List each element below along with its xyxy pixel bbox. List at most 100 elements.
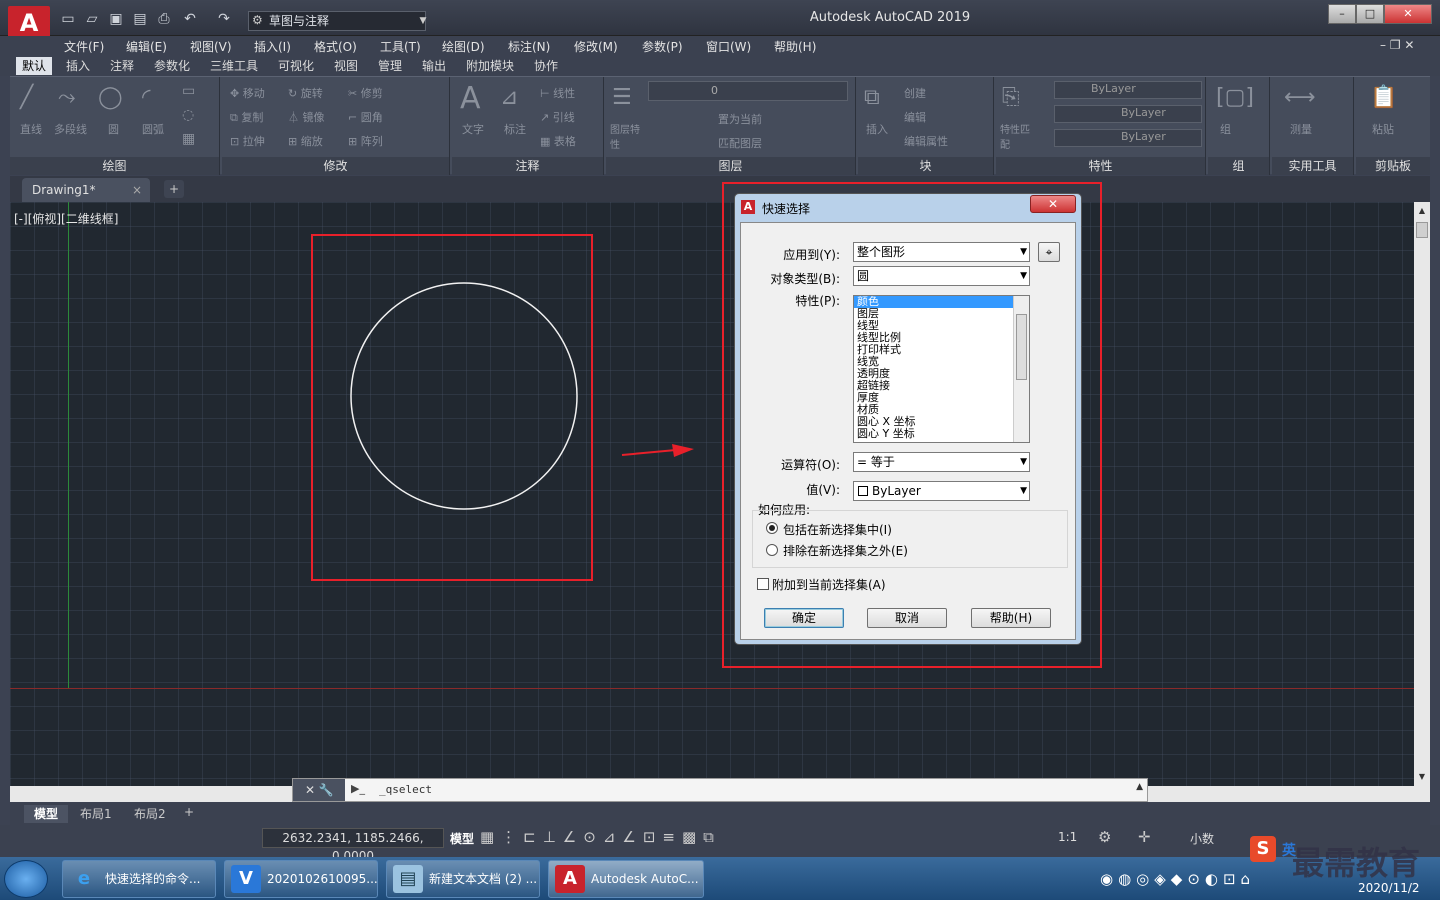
menu-help[interactable]: 帮助(H) [774,38,816,55]
menu-tools[interactable]: 工具(T) [380,38,421,55]
list-item[interactable]: 打印样式 [854,344,1029,356]
region-icon[interactable]: ▦ [182,131,195,147]
scroll-up-icon[interactable]: ▲ [1416,206,1428,216]
model-space-button[interactable]: 模型 [450,830,474,847]
tab-default[interactable]: 默认 [16,57,53,75]
list-scroll-thumb[interactable] [1016,314,1027,380]
layer-select[interactable]: 0 [648,81,848,101]
doc-window-controls[interactable]: – ❐ ✕ [1380,38,1414,52]
list-scrollbar[interactable] [1013,296,1029,442]
gear-icon[interactable]: ⚙ [1098,828,1111,846]
move-label[interactable]: ✥ 移动 [230,85,265,101]
include-radio[interactable] [766,522,778,534]
vertical-scrollbar[interactable]: ▲ ▼ [1414,202,1430,786]
cancel-button[interactable]: 取消 [867,608,947,628]
status-toggle-icons[interactable]: ▦⋮⊏⊥∠⊙⊿∠⊡≡▩⧉ [480,828,721,846]
tab-collaborate[interactable]: 协作 [528,57,564,75]
polyline-icon[interactable]: ⤳ [58,85,76,110]
app-menu-button[interactable]: A [8,6,50,40]
maximize-button[interactable]: □ [1356,4,1384,24]
exclude-label[interactable]: 排除在新选择集之外(E) [783,542,908,559]
menu-draw[interactable]: 绘图(D) [442,38,485,55]
array-label[interactable]: ⊞ 阵列 [348,133,383,149]
panel-block-title[interactable]: 块 [858,157,993,175]
workspace-select[interactable]: 草图与注释 [248,11,426,31]
taskbar-item-autocad[interactable]: A Autodesk AutoC... [548,860,704,898]
print-icon[interactable]: ⎙ [154,10,174,28]
create-block-label[interactable]: 创建 [904,85,926,101]
table-label[interactable]: ▦ 表格 [540,133,576,149]
scale-label[interactable]: ⊞ 缩放 [288,133,323,149]
linear-label[interactable]: ⊢ 线性 [540,85,575,101]
close-button[interactable]: ✕ [1384,4,1432,24]
text-icon[interactable]: A [460,81,481,116]
tab-visualize[interactable]: 可视化 [272,57,320,75]
append-label[interactable]: 附加到当前选择集(A) [772,576,886,593]
panel-draw-title[interactable]: 绘图 [10,157,219,175]
edit-attributes-label[interactable]: 编辑属性 [904,133,948,149]
match-layer-label[interactable]: 匹配图层 [718,135,762,151]
menu-file[interactable]: 文件(F) [64,38,104,55]
close-tab-icon[interactable]: × [132,178,142,202]
add-layout-icon[interactable]: + [184,805,194,819]
command-input[interactable]: _qselect [379,783,432,796]
units-display[interactable]: 小数 [1190,830,1214,847]
scroll-thumb[interactable] [1416,222,1428,238]
fillet-label[interactable]: ⌐ 圆角 [348,109,383,125]
menu-parametric[interactable]: 参数(P) [642,38,683,55]
list-item[interactable]: 超链接 [854,380,1029,392]
panel-utilities-title[interactable]: 实用工具 [1272,157,1353,175]
paste-icon[interactable]: 📋 [1370,85,1397,110]
menu-dimension[interactable]: 标注(N) [508,38,550,55]
scroll-down-icon[interactable]: ▼ [1416,772,1428,782]
set-current-label[interactable]: 置为当前 [718,111,762,127]
new-file-icon[interactable]: ▭ [58,10,78,28]
line-icon[interactable]: ╱ [20,85,33,110]
save-icon[interactable]: ▣ [106,10,126,28]
layer-properties-icon[interactable]: ☰ [612,85,632,110]
chevron-down-icon[interactable]: ▼ [416,11,430,31]
command-line-controls[interactable]: ✕ 🔧 [293,779,345,801]
sogou-ime-icon[interactable]: S [1250,836,1276,862]
linetype-select[interactable]: ByLayer [1054,105,1202,123]
plus-icon[interactable]: ✛ [1138,828,1151,846]
minimize-button[interactable]: – [1328,4,1356,24]
command-line[interactable]: ✕ 🔧 ▶_ _qselect ▲ [292,778,1148,802]
tab-output[interactable]: 输出 [416,57,452,75]
stretch-label[interactable]: ⊡ 拉伸 [230,133,265,149]
panel-annotation-title[interactable]: 注释 [452,157,603,175]
select-objects-button[interactable]: ⌖ [1038,242,1060,262]
mirror-label[interactable]: ⏃ 镜像 [288,109,325,125]
open-file-icon[interactable]: ▱ [82,10,102,28]
tab-addins[interactable]: 附加模块 [460,57,520,75]
menu-view[interactable]: 视图(V) [190,38,232,55]
tab-insert[interactable]: 插入 [60,57,96,75]
tray-date[interactable]: 2020/11/2 [1358,881,1420,895]
redo-icon[interactable]: ↷ [214,10,234,28]
list-item[interactable]: 图层 [854,308,1029,320]
tab-model[interactable]: 模型 [24,805,69,823]
value-select[interactable]: ByLayer ▼ [853,481,1030,501]
list-item[interactable]: 颜色 [854,296,1029,308]
annotation-scale[interactable]: 1:1 [1058,830,1077,844]
undo-icon[interactable]: ↶ [180,10,200,28]
list-item[interactable]: 厚度 [854,392,1029,404]
save-as-icon[interactable]: ▤ [130,10,150,28]
tray-icons[interactable]: ◉◍◎◈◆⊙◐⊡⌂ [1100,870,1255,888]
tab-layout1[interactable]: 布局1 [70,805,122,823]
append-checkbox[interactable] [757,578,769,590]
tab-annotate[interactable]: 注释 [104,57,140,75]
circle-icon[interactable]: ◯ [98,85,123,110]
panel-layers-title[interactable]: 图层 [606,157,855,175]
arc-icon[interactable]: ◜ [142,85,151,110]
include-label[interactable]: 包括在新选择集中(I) [783,521,892,538]
tab-layout2[interactable]: 布局2 [124,805,176,823]
command-history-icon[interactable]: ▲ [1136,782,1143,792]
group-icon[interactable]: [▢] [1216,85,1254,110]
rectangle-icon[interactable]: ▭ [182,83,195,99]
taskbar-item-notepad[interactable]: ▤ 新建文本文档 (2) ... [386,860,540,898]
dialog-close-button[interactable]: ✕ [1030,195,1076,213]
trim-label[interactable]: ✂ 修剪 [348,85,383,101]
tab-3d-tools[interactable]: 三维工具 [204,57,264,75]
coordinate-readout[interactable]: 2632.2341, 1185.2466, 0.0000 [262,828,444,863]
